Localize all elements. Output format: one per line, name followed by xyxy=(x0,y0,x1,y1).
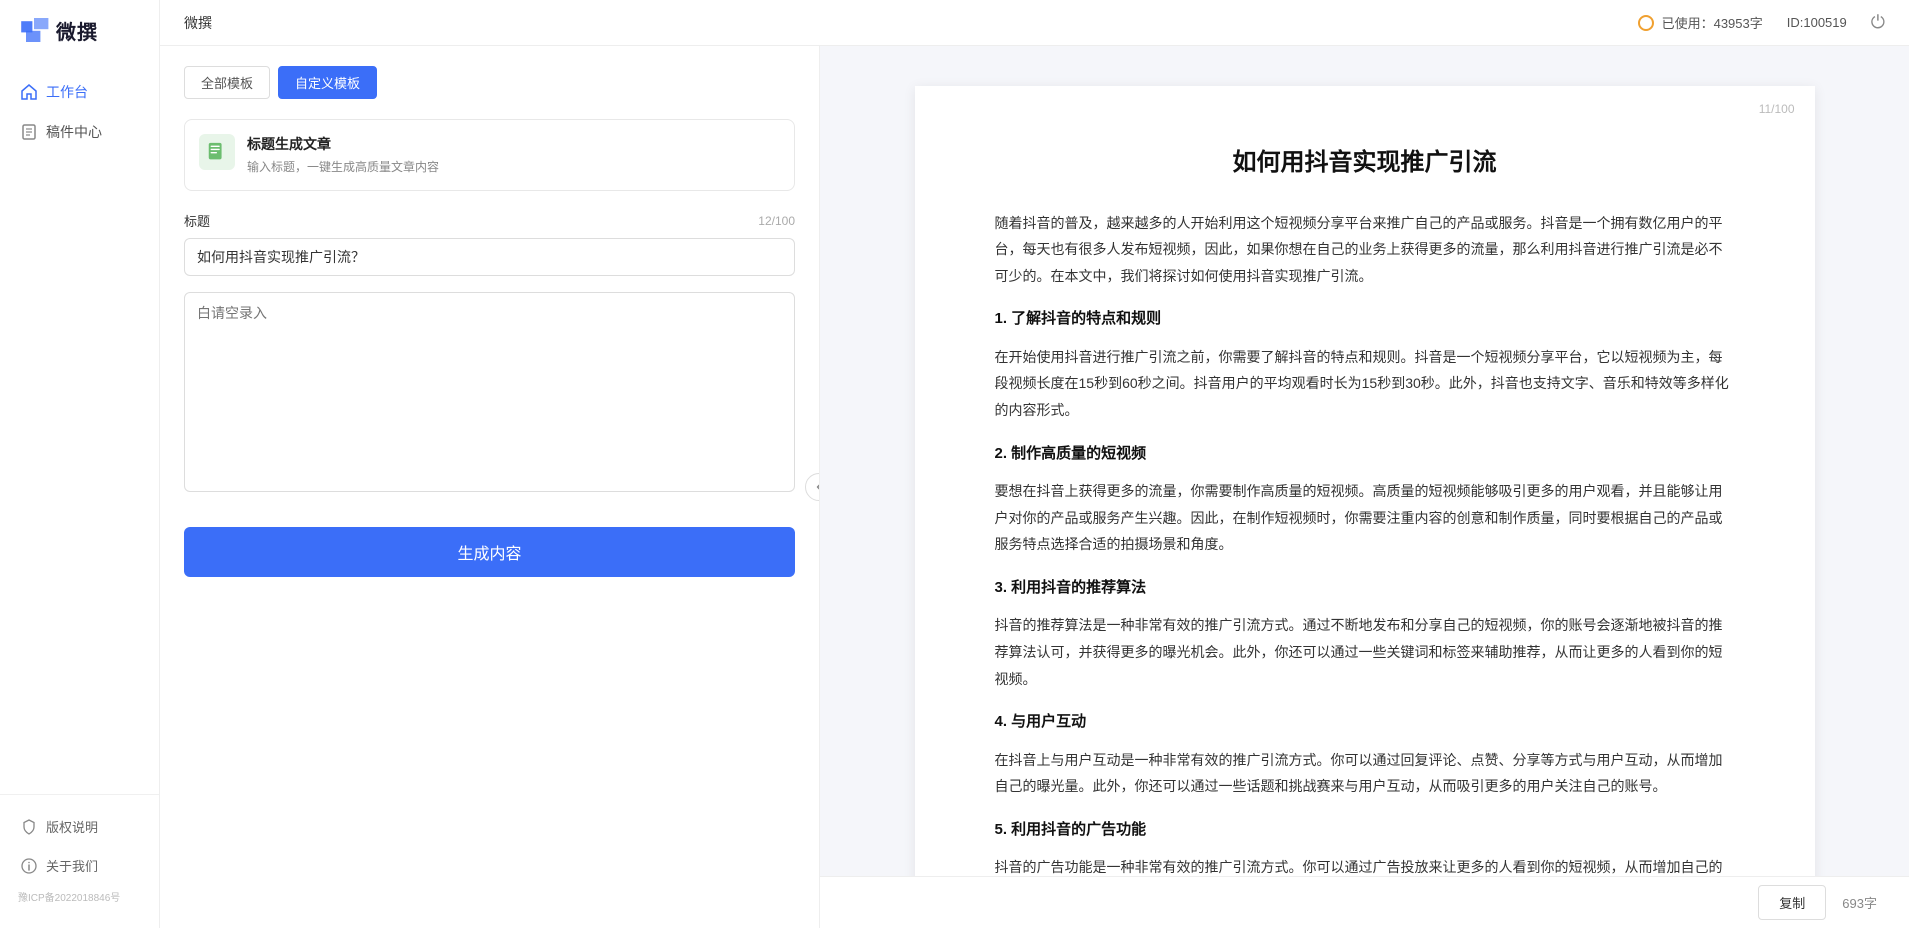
sidebar-nav: 工作台 稿件中心 xyxy=(0,60,159,794)
template-card[interactable]: 标题生成文章 输入标题，一键生成高质量文章内容 xyxy=(184,119,795,191)
header: 微撰 已使用：43953字 ID:100519 ⏻ xyxy=(160,0,1909,46)
article-page: 11/100 如何用抖音实现推广引流 随着抖音的普及，越来越多的人开始利用这个短… xyxy=(915,86,1815,876)
sidebar-item-workbench[interactable]: 工作台 xyxy=(0,72,159,112)
about-label: 关于我们 xyxy=(46,856,98,875)
icp-text: 豫ICP备2022018846号 xyxy=(0,885,159,908)
article-section-1: 1. 了解抖音的特点和规则 xyxy=(995,305,1735,334)
document-icon xyxy=(206,141,228,163)
logo-text: 微撰 xyxy=(56,16,98,45)
article-container: 11/100 如何用抖音实现推广引流 随着抖音的普及，越来越多的人开始利用这个短… xyxy=(820,46,1909,876)
collapse-panel-button[interactable] xyxy=(805,473,820,501)
template-name: 标题生成文章 xyxy=(247,134,780,154)
article-section-3: 2. 制作高质量的短视频 xyxy=(995,440,1735,469)
title-input[interactable] xyxy=(184,238,795,276)
sidebar: 微撰 工作台 稿件中心 版权说明 关于我们 豫ICP备2 xyxy=(0,0,160,928)
word-count: 693字 xyxy=(1842,893,1877,912)
sidebar-bottom: 版权说明 关于我们 豫ICP备2022018846号 xyxy=(0,794,159,928)
template-icon xyxy=(199,134,235,170)
sidebar-item-workbench-label: 工作台 xyxy=(46,82,88,102)
copy-button[interactable]: 复制 xyxy=(1758,885,1826,920)
article-para-8: 在抖音上与用户互动是一种非常有效的推广引流方式。你可以通过回复评论、点赞、分享等… xyxy=(995,747,1735,800)
title-count: 12/100 xyxy=(758,214,795,228)
article-body: 随着抖音的普及，越来越多的人开始利用这个短视频分享平台来推广自己的产品或服务。抖… xyxy=(995,210,1735,876)
page-number: 11/100 xyxy=(1759,102,1795,116)
form-label-row: 标题 12/100 xyxy=(184,211,795,230)
article-para-0: 随着抖音的普及，越来越多的人开始利用这个短视频分享平台来推广自己的产品或服务。抖… xyxy=(995,210,1735,290)
content-textarea[interactable] xyxy=(184,292,795,492)
sidebar-item-about[interactable]: 关于我们 xyxy=(0,846,159,885)
header-id: ID:100519 xyxy=(1787,15,1847,30)
article-para-6: 抖音的推荐算法是一种非常有效的推广引流方式。通过不断地发布和分享自己的短视频，你… xyxy=(995,612,1735,692)
article-footer: 复制 693字 xyxy=(820,876,1909,928)
header-title: 微撰 xyxy=(184,13,212,33)
content: 全部模板 自定义模板 标题生成文章 输入标题，一键生成高质量文章内容 xyxy=(160,46,1909,928)
file-icon xyxy=(20,123,38,141)
header-right: 已使用：43953字 ID:100519 ⏻ xyxy=(1638,12,1885,33)
generate-button[interactable]: 生成内容 xyxy=(184,527,795,577)
sidebar-item-copyright[interactable]: 版权说明 xyxy=(0,807,159,846)
article-section-5: 3. 利用抖音的推荐算法 xyxy=(995,574,1735,603)
main: 微撰 已使用：43953字 ID:100519 ⏻ 全部模板 自定义模板 xyxy=(160,0,1909,928)
home-icon xyxy=(20,83,38,101)
template-tabs: 全部模板 自定义模板 xyxy=(184,66,795,99)
article-section-7: 4. 与用户互动 xyxy=(995,708,1735,737)
usage-circle-icon xyxy=(1638,15,1654,31)
article-section-9: 5. 利用抖音的广告功能 xyxy=(995,816,1735,845)
template-info: 标题生成文章 输入标题，一键生成高质量文章内容 xyxy=(247,134,780,176)
info-icon xyxy=(20,857,38,875)
logo: 微撰 xyxy=(0,0,159,60)
power-icon[interactable]: ⏻ xyxy=(1871,12,1885,33)
chevron-left-icon xyxy=(814,482,820,492)
usage-text: 已使用：43953字 xyxy=(1662,13,1763,32)
tab-all-templates[interactable]: 全部模板 xyxy=(184,66,270,99)
right-panel: 11/100 如何用抖音实现推广引流 随着抖音的普及，越来越多的人开始利用这个短… xyxy=(820,46,1909,928)
form-title-section: 标题 12/100 xyxy=(184,211,795,276)
sidebar-item-drafts-label: 稿件中心 xyxy=(46,122,102,142)
article-para-10: 抖音的广告功能是一种非常有效的推广引流方式。你可以通过广告投放来让更多的人看到你… xyxy=(995,854,1735,876)
article-title: 如何用抖音实现推广引流 xyxy=(995,146,1735,180)
sidebar-item-drafts[interactable]: 稿件中心 xyxy=(0,112,159,152)
logo-icon xyxy=(18,16,50,44)
usage-display: 已使用：43953字 xyxy=(1638,13,1763,32)
title-label: 标题 xyxy=(184,211,210,230)
tab-custom-templates[interactable]: 自定义模板 xyxy=(278,66,377,99)
form-textarea-section xyxy=(184,292,795,495)
copyright-label: 版权说明 xyxy=(46,817,98,836)
template-desc: 输入标题，一键生成高质量文章内容 xyxy=(247,158,780,176)
article-para-2: 在开始使用抖音进行推广引流之前，你需要了解抖音的特点和规则。抖音是一个短视频分享… xyxy=(995,344,1735,424)
shield-icon xyxy=(20,818,38,836)
left-panel: 全部模板 自定义模板 标题生成文章 输入标题，一键生成高质量文章内容 xyxy=(160,46,820,928)
article-para-4: 要想在抖音上获得更多的流量，你需要制作高质量的短视频。高质量的短视频能够吸引更多… xyxy=(995,478,1735,558)
